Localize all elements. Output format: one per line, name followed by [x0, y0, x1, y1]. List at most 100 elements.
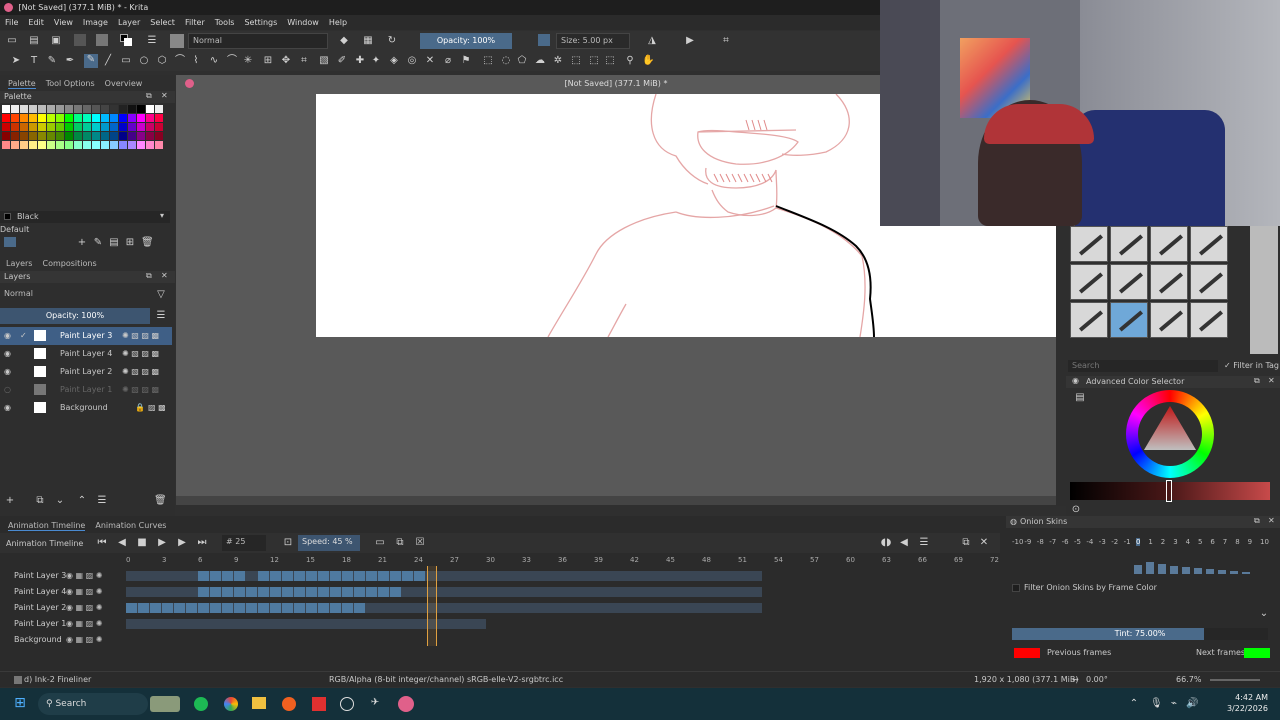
brush-preset-thumbnail[interactable]	[1070, 226, 1108, 262]
blend-mode-select[interactable]: Normal	[188, 33, 328, 49]
palette-swatch[interactable]	[83, 132, 91, 140]
horizontal-scrollbar[interactable]	[176, 496, 1056, 505]
onion-frame-number[interactable]: -1	[1124, 538, 1131, 546]
palette-swatch[interactable]	[11, 123, 19, 131]
keyframe[interactable]	[366, 571, 377, 581]
timeline-scrollbar[interactable]	[0, 661, 1000, 667]
menu-tools[interactable]: Tools	[210, 15, 240, 30]
tab-tool-options[interactable]: Tool Options	[46, 79, 95, 89]
menu-settings[interactable]: Settings	[239, 15, 282, 30]
frame-ruler[interactable]: 0 3 6 9 12 15 18 21 24 27 30 33 36 39 42 45 48 51 54 57 60 63…	[0, 554, 1000, 566]
brush-preset-thumbnail[interactable]	[1150, 226, 1188, 262]
onion-frame-number[interactable]: 5	[1198, 538, 1202, 546]
menu-filter[interactable]: Filter	[180, 15, 210, 30]
widget-icon[interactable]	[150, 696, 180, 712]
onion-opacity-bar[interactable]	[1218, 570, 1226, 574]
contiguous-select-icon[interactable]: ✲	[552, 55, 564, 67]
brush-search-input[interactable]: Search	[1068, 360, 1218, 372]
chrome-icon[interactable]	[224, 697, 238, 711]
palette-swatch[interactable]	[47, 123, 55, 131]
onion-opacity-bar[interactable]	[1206, 569, 1214, 574]
palette-swatch[interactable]	[2, 114, 10, 122]
keyframe[interactable]	[150, 603, 161, 613]
keyframe[interactable]	[294, 603, 305, 613]
keyframe[interactable]	[342, 571, 353, 581]
palette-swatch[interactable]	[92, 114, 100, 122]
next-frame-icon[interactable]: ▶	[176, 537, 188, 549]
previous-frames-color[interactable]	[1014, 648, 1040, 658]
palette-swatch[interactable]	[137, 105, 145, 113]
keyframe[interactable]	[318, 603, 329, 613]
palette-swatch[interactable]	[74, 132, 82, 140]
fg-bg-color-icon[interactable]	[120, 34, 132, 46]
calligraphy-icon[interactable]: ✒	[64, 55, 76, 67]
timeline-menu-icon[interactable]: ☰	[918, 537, 930, 549]
layer-visibility-icons[interactable]: ◉ ▦ ▨ ✺	[66, 616, 102, 632]
volume-icon[interactable]: 🔊	[1186, 698, 1198, 710]
palette-swatch[interactable]	[83, 114, 91, 122]
layer-row[interactable]: ◉ ✓ Paint Layer 3 ✺ ▧ ▨ ▩	[0, 327, 172, 345]
palette-swatch[interactable]	[128, 123, 136, 131]
brush-preset-thumbnail[interactable]	[1110, 302, 1148, 338]
brush-preset-thumbnail[interactable]	[1190, 302, 1228, 338]
keyframe[interactable]	[198, 587, 209, 597]
pattern-icon[interactable]	[96, 34, 108, 46]
palette-swatch[interactable]	[155, 123, 163, 131]
keyframe[interactable]	[330, 603, 341, 613]
keyframe[interactable]	[270, 571, 281, 581]
palette-swatch[interactable]	[2, 123, 10, 131]
keyframe[interactable]	[270, 587, 281, 597]
tab-compositions[interactable]: Compositions	[42, 259, 96, 268]
playhead[interactable]	[427, 566, 437, 646]
brush-preset-thumbnail[interactable]	[1150, 264, 1188, 300]
palette-swatch[interactable]	[47, 105, 55, 113]
layer-properties-icon[interactable]: ✺ ▧ ▨ ▩	[122, 363, 159, 381]
open-folder-icon[interactable]: ▤	[28, 35, 40, 47]
onion-frame-number[interactable]: 4	[1186, 538, 1190, 546]
palette-swatch[interactable]	[110, 105, 118, 113]
timeline-layer-row[interactable]: Paint Layer 2 ◉ ▦ ▨ ✺	[0, 600, 1000, 616]
palette-swatch[interactable]	[20, 141, 28, 149]
onion-frame-number[interactable]: 8	[1235, 538, 1239, 546]
fill-tool-icon[interactable]: ✦	[370, 55, 382, 67]
bezier-select-icon[interactable]: ⬚	[588, 55, 600, 67]
onion-frame-number[interactable]: -6	[1062, 538, 1069, 546]
brush-preset-thumbnail[interactable]	[1190, 226, 1228, 262]
palette-swatch[interactable]	[38, 114, 46, 122]
keyframe[interactable]	[174, 603, 185, 613]
palette-swatch[interactable]	[74, 114, 82, 122]
reload-preset-icon[interactable]: ↻	[386, 35, 398, 47]
menu-image[interactable]: Image	[78, 15, 113, 30]
layer-visibility-icons[interactable]: ◉ ▦ ▨ ✺	[66, 600, 102, 616]
timeline-layer-row[interactable]: Background ◉ ▦ ▨ ✺	[0, 632, 1000, 648]
palette-swatch[interactable]	[65, 123, 73, 131]
onion-frame-number[interactable]: 9	[1248, 538, 1252, 546]
palette-save-icon[interactable]: ▤	[108, 237, 120, 249]
check-icon[interactable]: ✓	[20, 327, 27, 345]
next-frames-color[interactable]	[1244, 648, 1270, 658]
keyframe[interactable]	[354, 587, 365, 597]
keyframe[interactable]	[378, 571, 389, 581]
brush-settings-icon[interactable]: ☰	[146, 35, 158, 47]
move-tool-icon[interactable]: ✥	[280, 55, 292, 67]
layer-properties-icon[interactable]: ✺ ▧ ▨ ▩	[122, 327, 159, 345]
layer-menu-icon[interactable]: ☰	[155, 310, 167, 322]
crop-tool-icon[interactable]: ⌗	[298, 55, 310, 67]
tab-palette[interactable]: Palette	[8, 79, 36, 89]
clock[interactable]: 4:42 AM 3/22/2026	[1222, 692, 1268, 714]
palette-swatch[interactable]	[146, 123, 154, 131]
opacity-slider[interactable]: Opacity: 100%	[420, 33, 512, 49]
keyframe[interactable]	[258, 587, 269, 597]
palette-swatch[interactable]	[20, 132, 28, 140]
keyframe[interactable]	[354, 571, 365, 581]
palette-swatch[interactable]	[47, 141, 55, 149]
onion-opacity-bar[interactable]	[1170, 566, 1178, 574]
keyframe[interactable]	[246, 587, 257, 597]
keyframe[interactable]	[126, 603, 137, 613]
layer-opacity-slider[interactable]: Opacity: 100%	[0, 308, 150, 324]
palette-swatch[interactable]	[155, 132, 163, 140]
brush-preset-thumbnail[interactable]	[1190, 264, 1228, 300]
palette-swatch[interactable]	[137, 123, 145, 131]
new-document-icon[interactable]: ▭	[6, 35, 18, 47]
hue-ring[interactable]	[1126, 390, 1214, 478]
